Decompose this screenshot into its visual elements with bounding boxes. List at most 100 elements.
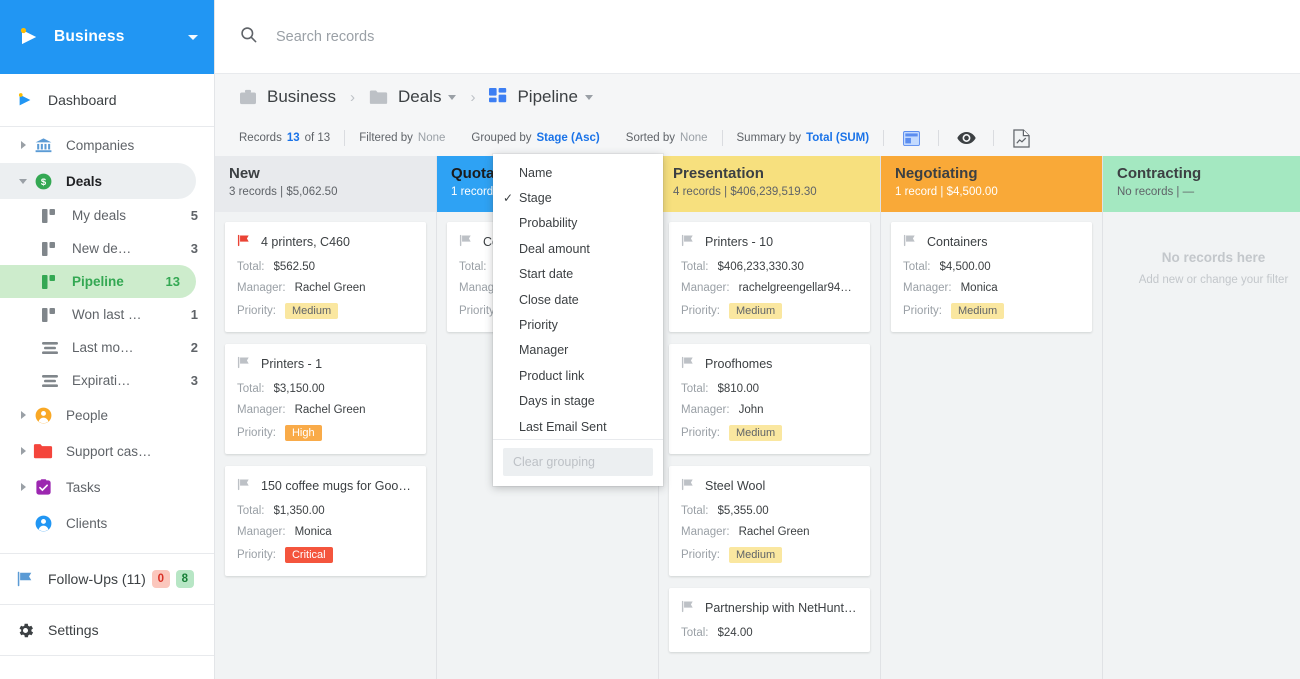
summary-by-label: Summary by xyxy=(737,132,802,144)
divider xyxy=(938,130,939,146)
chevron-right-icon[interactable] xyxy=(14,141,32,149)
grouping-menu-item[interactable]: Name xyxy=(493,160,663,185)
divider xyxy=(344,130,345,146)
grouping-menu-item[interactable]: Probability xyxy=(493,211,663,236)
deal-card[interactable]: ContainersTotal:$4,500.00Manager:MonicaP… xyxy=(891,222,1092,332)
column-body[interactable]: No records hereAdd new or change your fi… xyxy=(1103,212,1300,679)
grouped-by-group[interactable]: Grouped by Stage (Asc) xyxy=(471,132,599,144)
deal-card[interactable]: Printers - 1Total:$3,150.00Manager:Rache… xyxy=(225,344,426,454)
grouping-menu-item[interactable]: ✓Stage xyxy=(493,185,663,210)
kanban-column[interactable]: Presentation4 records | $406,239,519.30 P… xyxy=(659,156,881,679)
grouping-menu-item[interactable]: Deal amount xyxy=(493,236,663,261)
eye-icon[interactable] xyxy=(953,125,979,151)
sorted-by-group[interactable]: Sorted by None xyxy=(626,132,708,144)
sidebar-item-last-month[interactable]: Last mo… 2 xyxy=(0,331,214,364)
deal-name: 150 coffee mugs for Google (… xyxy=(261,479,414,493)
sidebar-item-label: Pipeline xyxy=(72,274,166,289)
sidebar-item-settings[interactable]: Settings xyxy=(0,605,214,655)
filtered-by-group[interactable]: Filtered by None xyxy=(359,132,445,144)
summary-by-value[interactable]: Total (SUM) xyxy=(806,132,869,144)
column-header[interactable]: Negotiating1 record | $4,500.00 xyxy=(881,156,1102,212)
grouping-menu-item[interactable]: Last Email Sent xyxy=(493,414,663,439)
kanban-column[interactable]: Negotiating1 record | $4,500.00 Container… xyxy=(881,156,1103,679)
sidebar-item-dashboard[interactable]: Dashboard xyxy=(0,74,214,126)
flag-icon xyxy=(459,234,472,250)
sidebar-item-expiration[interactable]: Expirati… 3 xyxy=(0,364,214,397)
deal-manager-row: Manager:Monica xyxy=(237,526,414,538)
total-label: Total: xyxy=(459,261,487,273)
sidebar-item-follow-ups[interactable]: Follow-Ups (11) 0 8 xyxy=(0,554,214,604)
clear-grouping-button[interactable]: Clear grouping xyxy=(503,448,653,476)
sorted-by-value[interactable]: None xyxy=(680,132,708,144)
sidebar-item-clients[interactable]: Clients xyxy=(0,505,214,541)
grouping-menu-item[interactable]: Close date xyxy=(493,287,663,312)
deal-card[interactable]: 4 printers, C460Total:$562.50Manager:Rac… xyxy=(225,222,426,332)
sidebar-item-won-last[interactable]: Won last … 1 xyxy=(0,298,214,331)
filtered-by-value[interactable]: None xyxy=(418,132,446,144)
deal-card[interactable]: 150 coffee mugs for Google (…Total:$1,35… xyxy=(225,466,426,576)
kanban-column[interactable]: New3 records | $5,062.50 4 printers, C460… xyxy=(215,156,437,679)
sidebar-item-tasks[interactable]: Tasks xyxy=(0,469,214,505)
report-document-icon[interactable] xyxy=(1008,125,1034,151)
deal-card-title: Proofhomes xyxy=(681,356,858,372)
column-body[interactable]: Printers - 10Total:$406,233,330.30Manage… xyxy=(659,212,880,679)
kanban-column[interactable]: ContractingNo records | —No records here… xyxy=(1103,156,1300,679)
deal-card[interactable]: ProofhomesTotal:$810.00Manager:JohnPrior… xyxy=(669,344,870,454)
sidebar-item-deals[interactable]: $ Deals xyxy=(0,163,196,199)
deal-name: Partnership with NetHunt (s… xyxy=(705,601,858,615)
total-label: Total: xyxy=(681,627,709,639)
sidebar-item-people[interactable]: People xyxy=(0,397,214,433)
deal-card[interactable]: Steel WoolTotal:$5,355.00Manager:Rachel … xyxy=(669,466,870,576)
chevron-down-icon[interactable] xyxy=(585,95,593,100)
sidebar-item-pipeline[interactable]: Pipeline 13 xyxy=(0,265,196,298)
sidebar-item-support-cases[interactable]: Support cas… xyxy=(0,433,214,469)
deal-card[interactable]: Partnership with NetHunt (s… Total: $24.00 xyxy=(669,588,870,652)
search-bar xyxy=(215,0,1300,74)
deal-total-row: Total:$810.00 xyxy=(681,383,858,395)
chevron-right-icon[interactable] xyxy=(14,483,32,491)
column-header[interactable]: Presentation4 records | $406,239,519.30 xyxy=(659,156,880,212)
column-header[interactable]: ContractingNo records | — xyxy=(1103,156,1300,212)
chevron-down-icon[interactable] xyxy=(188,35,198,40)
chevron-right-icon[interactable] xyxy=(14,447,32,455)
total-value: $24.00 xyxy=(718,627,753,639)
sidebar-item-label: Follow-Ups (11) xyxy=(48,571,146,587)
grouping-menu-item-label: Stage xyxy=(519,191,552,205)
card-view-icon[interactable] xyxy=(898,125,924,151)
column-body[interactable]: 4 printers, C460Total:$562.50Manager:Rac… xyxy=(215,212,436,679)
main-area: Business › Deals › xyxy=(215,0,1300,679)
workspace-switcher[interactable]: Business xyxy=(0,0,214,74)
breadcrumb-item-deals[interactable]: Deals xyxy=(369,87,456,107)
board-icon xyxy=(42,274,58,290)
column-summary: 3 records | $5,062.50 xyxy=(229,186,422,198)
grouping-dropdown-menu[interactable]: Name✓StageProbabilityDeal amountStart da… xyxy=(493,154,663,486)
sidebar-item-new-deals[interactable]: New de… 3 xyxy=(0,232,214,265)
grouping-menu-item[interactable]: Product link xyxy=(493,363,663,388)
grouping-menu-item[interactable]: Manager xyxy=(493,338,663,363)
breadcrumb-item-business[interactable]: Business xyxy=(239,87,336,107)
manager-value: Rachel Green xyxy=(739,526,810,538)
search-input[interactable] xyxy=(276,29,676,45)
grouped-by-value[interactable]: Stage (Asc) xyxy=(537,132,600,144)
column-body[interactable]: ContainersTotal:$4,500.00Manager:MonicaP… xyxy=(881,212,1102,679)
chevron-down-icon[interactable] xyxy=(448,95,456,100)
grouping-menu-item[interactable]: Start date xyxy=(493,262,663,287)
grouping-menu-item[interactable]: Priority xyxy=(493,312,663,337)
kanban-board[interactable]: New3 records | $5,062.50 4 printers, C460… xyxy=(215,156,1300,679)
search-icon[interactable] xyxy=(239,25,258,49)
chevron-right-icon[interactable] xyxy=(14,411,32,419)
summary-by-group[interactable]: Summary by Total (SUM) xyxy=(737,132,870,144)
chevron-down-icon[interactable] xyxy=(14,179,32,184)
deal-total-row: Total:$406,233,330.30 xyxy=(681,261,858,273)
board-icon xyxy=(42,208,58,224)
sidebar-item-companies[interactable]: Companies xyxy=(0,127,214,163)
column-header[interactable]: New3 records | $5,062.50 xyxy=(215,156,436,212)
breadcrumb-item-pipeline[interactable]: Pipeline xyxy=(489,87,593,107)
board-icon xyxy=(42,307,58,323)
sidebar-item-my-deals[interactable]: My deals 5 xyxy=(0,199,214,232)
total-value: $562.50 xyxy=(274,261,316,273)
flag-icon xyxy=(681,600,694,616)
deal-card[interactable]: Printers - 10Total:$406,233,330.30Manage… xyxy=(669,222,870,332)
grouping-menu-item[interactable]: Days in stage xyxy=(493,389,663,414)
priority-label: Priority: xyxy=(237,549,276,561)
